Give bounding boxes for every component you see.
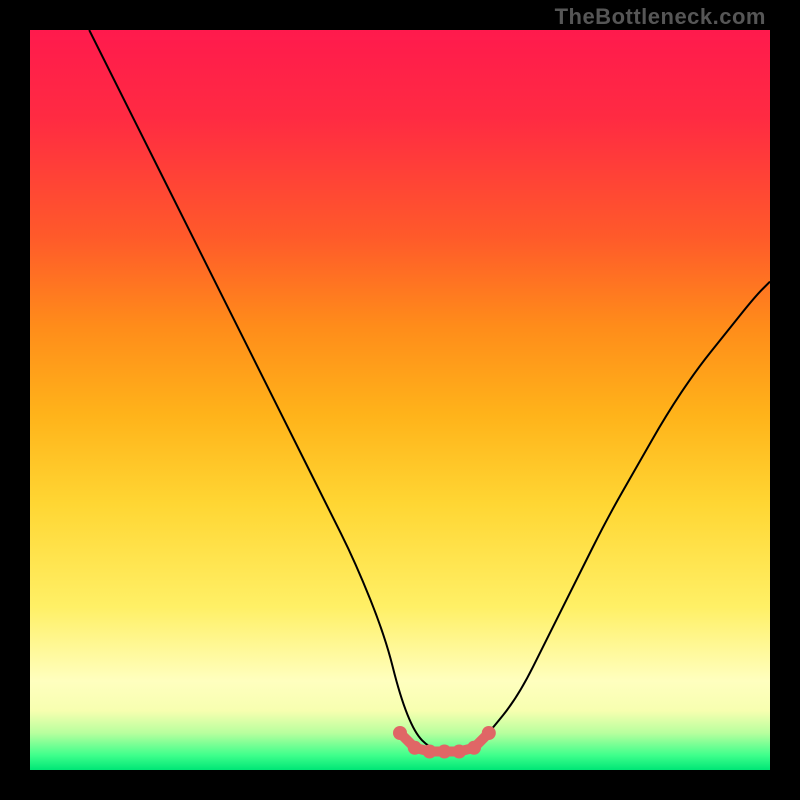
curve-path <box>89 30 770 752</box>
low-marker-dot <box>467 741 481 755</box>
low-marker-dot <box>482 726 496 740</box>
plot-area <box>30 30 770 770</box>
low-marker-dot <box>437 745 451 759</box>
curve-group <box>89 30 770 752</box>
low-point-markers <box>393 726 496 759</box>
low-marker-dot <box>423 745 437 759</box>
chart-svg <box>30 30 770 770</box>
low-marker-dot <box>393 726 407 740</box>
watermark-text: TheBottleneck.com <box>555 4 766 30</box>
low-marker-dot <box>408 741 422 755</box>
chart-container: TheBottleneck.com <box>0 0 800 800</box>
low-marker-dot <box>452 745 466 759</box>
